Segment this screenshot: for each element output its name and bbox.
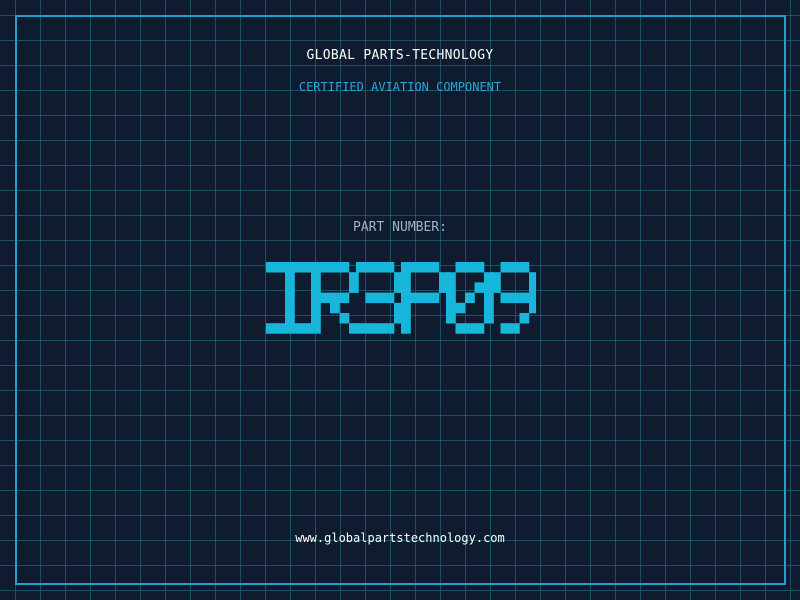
part-number-value <box>266 258 536 338</box>
website-url: www.globalpartstechnology.com <box>295 531 505 545</box>
part-number-label: PART NUMBER: <box>353 220 447 235</box>
part-number-char <box>311 262 359 334</box>
part-number-char <box>266 262 314 334</box>
certification-subtitle: CERTIFIED AVIATION COMPONENT <box>298 80 502 94</box>
company-name: GLOBAL PARTS-TECHNOLOGY <box>306 48 494 63</box>
label-canvas: GLOBAL PARTS-TECHNOLOGY CERTIFIED AVIATI… <box>0 0 800 600</box>
part-number-char <box>491 262 536 334</box>
part-number-char <box>446 262 494 334</box>
part-number-char <box>401 262 449 334</box>
part-number-char <box>356 262 404 334</box>
